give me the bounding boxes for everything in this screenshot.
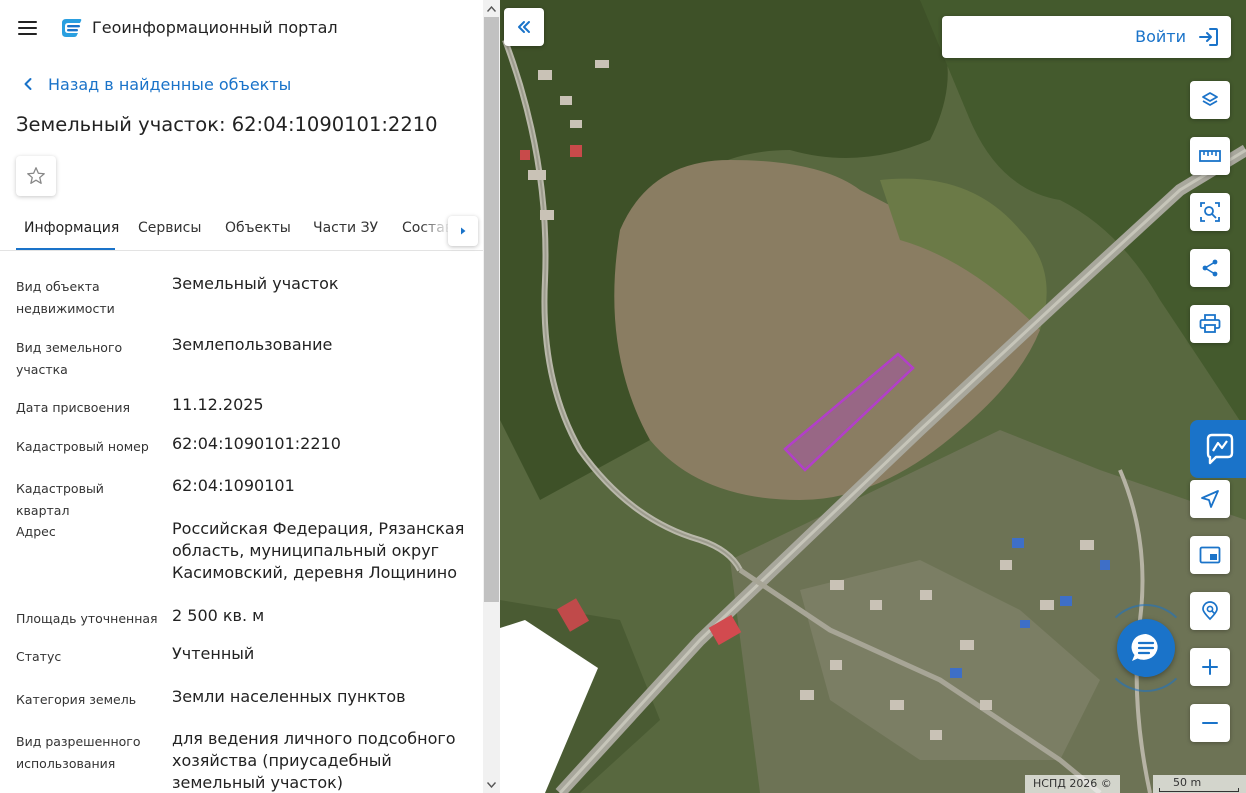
- info-label: Адрес: [16, 524, 56, 539]
- map-scale: 50 m: [1153, 775, 1246, 793]
- minimap-button[interactable]: [1190, 536, 1230, 574]
- tab-objects[interactable]: Объекты: [225, 220, 291, 236]
- info-value: Земли населенных пунктов: [172, 687, 406, 706]
- info-label: Вид разрешенного использования: [16, 734, 141, 771]
- map-chat-icon: [1206, 433, 1234, 465]
- chevron-left-icon: [24, 78, 32, 90]
- scroll-down-button[interactable]: [483, 776, 500, 793]
- arrow-up-icon: [487, 5, 496, 12]
- menu-icon[interactable]: [16, 18, 40, 38]
- measure-button[interactable]: [1190, 137, 1230, 175]
- info-value: 11.12.2025: [172, 395, 264, 414]
- triangle-right-icon: [461, 227, 466, 235]
- info-label: Площадь уточненная: [16, 611, 158, 626]
- info-panel: Геоинформационный портал Назад в найденн…: [0, 0, 500, 793]
- info-label: Дата присвоения: [16, 400, 130, 415]
- zoom-out-icon: [1202, 722, 1218, 724]
- tab-bar: Информация Сервисы Объекты Части ЗУ Сост…: [0, 210, 483, 251]
- chat-icon: [1131, 633, 1158, 661]
- tabs-next-button[interactable]: [448, 216, 478, 246]
- cadastre-map-tab[interactable]: [1190, 420, 1246, 478]
- info-value: Российская Федерация, Рязанская область,…: [172, 519, 465, 582]
- zoom-in-button[interactable]: [1190, 648, 1230, 686]
- map-view[interactable]: Войти НСПД 2026 © 50 m: [500, 0, 1246, 793]
- print-button[interactable]: [1190, 305, 1230, 343]
- share-icon: [1202, 259, 1218, 277]
- zoom-in-icon: [1202, 659, 1218, 675]
- panel-content: Геоинформационный портал Назад в найденн…: [0, 0, 483, 793]
- info-value: 62:04:1090101: [172, 476, 295, 495]
- info-value: Земельный участок: [172, 274, 339, 293]
- double-chevron-left-icon: [518, 21, 530, 33]
- panel-scrollbar[interactable]: [483, 0, 500, 793]
- tab-info[interactable]: Информация: [24, 220, 119, 236]
- info-label: Категория земель: [16, 692, 137, 707]
- scroll-up-button[interactable]: [483, 0, 500, 17]
- info-label: Вид земельного участка: [16, 340, 123, 377]
- back-link-label: Назад в найденные объекты: [48, 74, 292, 94]
- info-label: Кадастровый номер: [16, 439, 149, 454]
- chat-button[interactable]: [1117, 619, 1175, 677]
- share-button[interactable]: [1190, 249, 1230, 287]
- print-icon: [1199, 314, 1221, 333]
- collapse-panel-button[interactable]: [504, 8, 544, 46]
- tab-services[interactable]: Сервисы: [138, 220, 201, 236]
- area-select-button[interactable]: [1190, 193, 1230, 231]
- arrow-down-icon: [487, 781, 496, 788]
- login-icon: [1199, 28, 1218, 46]
- layers-icon: [1202, 92, 1218, 106]
- map-copyright: НСПД 2026 ©: [1025, 775, 1120, 793]
- info-value: Учтенный: [172, 644, 255, 663]
- my-location-button[interactable]: [1190, 480, 1230, 518]
- location-search-icon: [1202, 601, 1218, 621]
- login-button[interactable]: Войти: [942, 16, 1231, 58]
- info-label: Статус: [16, 649, 62, 664]
- app-title: Геоинформационный портал: [92, 18, 338, 37]
- area-select-icon: [1200, 202, 1220, 222]
- app-header: Геоинформационный портал: [0, 0, 483, 56]
- ruler-icon: [1199, 150, 1221, 162]
- navigate-icon: [1201, 490, 1219, 508]
- active-tab-indicator: [16, 248, 115, 250]
- favorite-button[interactable]: [16, 156, 56, 196]
- star-icon: [27, 167, 45, 184]
- info-label: Вид объекта недвижимости: [16, 279, 115, 316]
- minimap-icon: [1199, 546, 1221, 564]
- info-value: 2 500 кв. м: [172, 606, 265, 625]
- page-title: Земельный участок: 62:04:1090101:2210: [16, 113, 438, 136]
- login-label: Войти: [1135, 27, 1186, 46]
- scroll-thumb[interactable]: [484, 17, 499, 602]
- info-value: 62:04:1090101:2210: [172, 434, 341, 453]
- layers-button[interactable]: [1190, 81, 1230, 119]
- tab-parts[interactable]: Части ЗУ: [313, 220, 378, 236]
- back-link[interactable]: Назад в найденные объекты: [16, 72, 291, 96]
- location-search-button[interactable]: [1190, 592, 1230, 630]
- portal-logo-icon: [62, 19, 82, 37]
- info-label: Кадастровый квартал: [16, 481, 104, 518]
- info-value: для ведения личного подсобного хозяйства…: [172, 729, 456, 792]
- info-value: Землепользование: [172, 335, 333, 354]
- zoom-out-button[interactable]: [1190, 704, 1230, 742]
